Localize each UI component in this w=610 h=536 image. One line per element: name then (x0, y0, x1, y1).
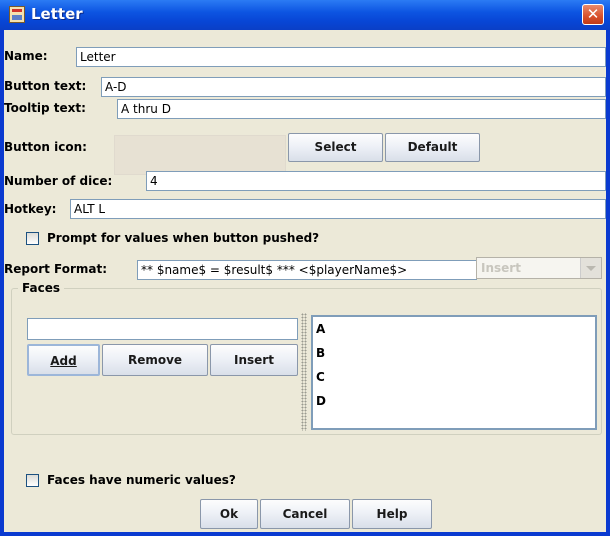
tooltip-text-field[interactable]: A thru D (117, 99, 606, 119)
number-of-dice-field[interactable]: 4 (146, 171, 606, 191)
list-item[interactable]: D (316, 394, 326, 408)
button-text-label: Button text: (4, 79, 87, 93)
cancel-button[interactable]: Cancel (260, 499, 350, 529)
button-icon-label: Button icon: (4, 140, 87, 154)
numeric-values-checkbox[interactable] (26, 474, 39, 487)
insert-face-button[interactable]: Insert (210, 344, 298, 376)
app-icon (9, 6, 25, 23)
chevron-down-icon (580, 258, 601, 278)
split-pane-divider[interactable] (301, 313, 307, 431)
name-label: Name: (4, 49, 48, 63)
face-value-input[interactable] (27, 318, 298, 340)
remove-face-button[interactable]: Remove (102, 344, 208, 376)
hotkey-label: Hotkey: (4, 202, 57, 216)
report-format-field[interactable]: ** $name$ = $result$ *** <$playerName$> (137, 260, 477, 280)
close-icon[interactable]: ✕ (582, 4, 604, 25)
hotkey-field[interactable]: ALT L (70, 199, 606, 219)
prompt-checkbox[interactable] (26, 232, 39, 245)
dialog-window: Letter ✕ Name: Letter Button text: A-D T… (0, 0, 610, 536)
add-face-button-label: Add (50, 354, 77, 368)
insert-combo-text: Insert (481, 261, 521, 275)
faces-group-label: Faces (18, 281, 64, 295)
dialog-content: Name: Letter Button text: A-D Tooltip te… (4, 30, 606, 532)
default-icon-button[interactable]: Default (385, 133, 480, 162)
button-icon-preview (114, 135, 286, 175)
tooltip-text-label: Tooltip text: (4, 101, 86, 115)
button-text-field[interactable]: A-D (101, 77, 606, 97)
name-field[interactable]: Letter (76, 47, 606, 67)
add-face-button[interactable]: Add (27, 344, 100, 376)
window-title: Letter (31, 5, 83, 23)
prompt-checkbox-label: Prompt for values when button pushed? (47, 231, 320, 245)
title-bar[interactable]: Letter ✕ (0, 0, 610, 30)
help-button[interactable]: Help (352, 499, 432, 529)
insert-combo: Insert (476, 257, 602, 279)
numeric-values-label: Faces have numeric values? (47, 473, 236, 487)
list-item[interactable]: C (316, 370, 325, 384)
list-item[interactable]: B (316, 346, 325, 360)
faces-list[interactable]: A B C D (311, 315, 597, 430)
ok-button[interactable]: Ok (200, 499, 258, 529)
list-item[interactable]: A (316, 322, 325, 336)
number-of-dice-label: Number of dice: (4, 174, 113, 188)
report-format-label: Report Format: (4, 262, 108, 276)
select-icon-button[interactable]: Select (288, 133, 383, 162)
